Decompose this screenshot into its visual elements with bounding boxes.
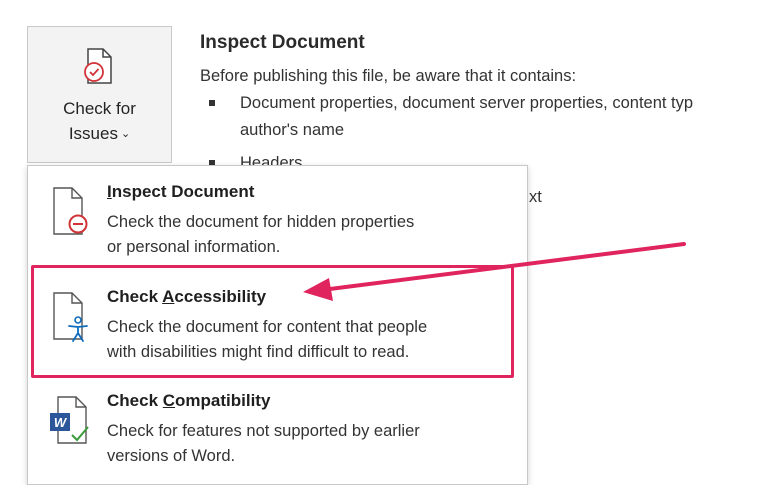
annotation-arrow [303,242,686,301]
